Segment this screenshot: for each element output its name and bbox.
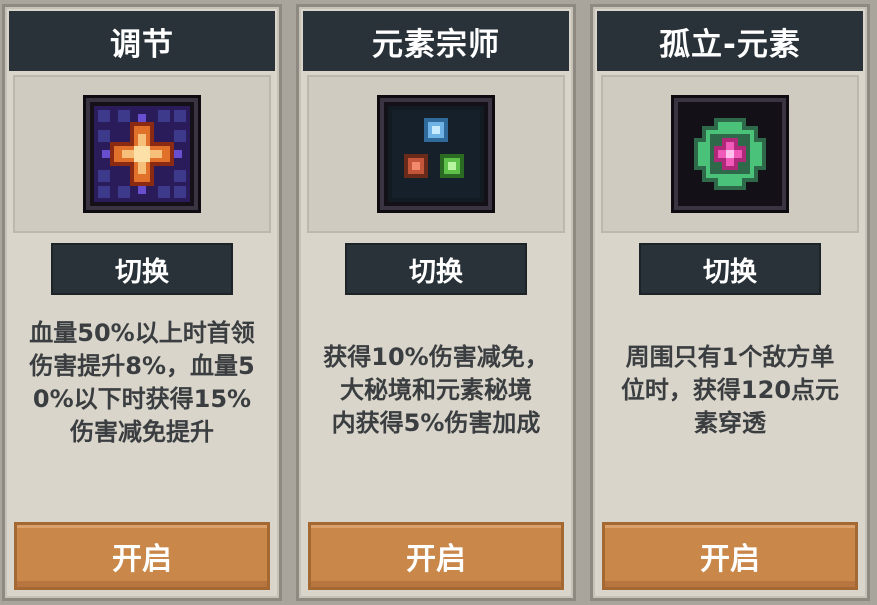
- talent-description: 获得10%伤害减免， 大秘境和元素秘境 内获得5%伤害加成: [323, 343, 549, 437]
- card-title: 元素宗师: [303, 11, 569, 71]
- open-button[interactable]: 开启: [602, 522, 858, 590]
- switch-button[interactable]: 切换: [345, 243, 527, 295]
- three-element-orbs-icon: [380, 98, 492, 210]
- card-title: 调节: [9, 11, 275, 71]
- icon-panel: [601, 75, 859, 233]
- switch-button[interactable]: 切换: [51, 243, 233, 295]
- talent-card-isolated-element: 孤立-元素 切换 周围只有1个敌方单 位时，获得120点元 素穿透 开启: [590, 4, 870, 601]
- orange-cross-icon: [86, 98, 198, 210]
- icon-panel: [13, 75, 271, 233]
- card-title: 孤立-元素: [597, 11, 863, 71]
- open-button[interactable]: 开启: [14, 522, 270, 590]
- icon-panel: [307, 75, 565, 233]
- open-button[interactable]: 开启: [308, 522, 564, 590]
- talent-card-list: 调节 切换 血量50%以上时首领 伤害提升8%，血量5 0%以下时获得15% 伤…: [0, 0, 877, 605]
- green-pink-gem-icon: [674, 98, 786, 210]
- talent-description: 周围只有1个敌方单 位时，获得120点元 素穿透: [620, 343, 840, 437]
- switch-button[interactable]: 切换: [639, 243, 821, 295]
- talent-card-adjust: 调节 切换 血量50%以上时首领 伤害提升8%，血量5 0%以下时获得15% 伤…: [2, 4, 282, 601]
- talent-description: 血量50%以上时首领 伤害提升8%，血量5 0%以下时获得15% 伤害减免提升: [29, 319, 255, 446]
- talent-card-element-master: 元素宗师 切换 获得10%伤害减免， 大秘境和元素秘境 内获得5%伤害加成 开启: [296, 4, 576, 601]
